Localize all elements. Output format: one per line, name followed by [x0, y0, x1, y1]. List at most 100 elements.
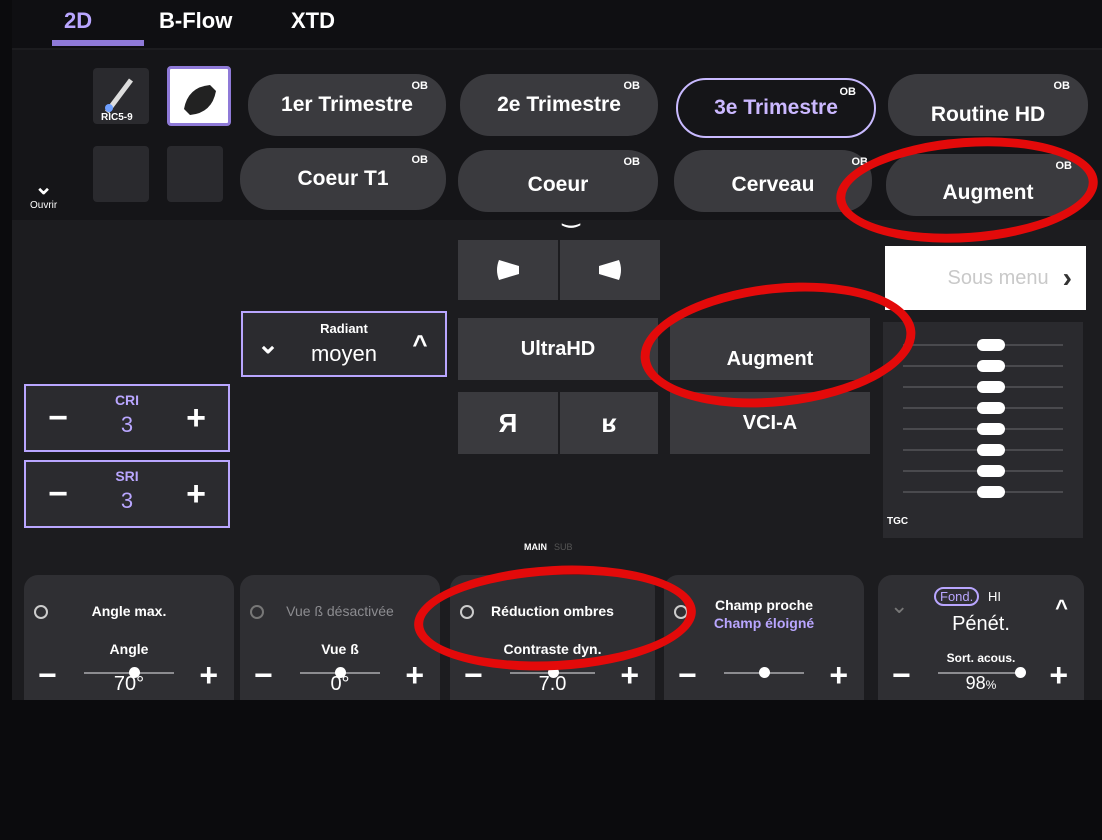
shadow-reduction-panel: Réduction ombres Contraste dyn. − + 7.0: [450, 575, 655, 700]
preset-label: Routine HD: [930, 103, 1046, 126]
angle-label: Angle: [109, 641, 149, 657]
ultrahd-button[interactable]: UltraHD: [458, 318, 658, 380]
orientation-left-button[interactable]: [458, 240, 558, 300]
probe-slot-4[interactable]: [167, 146, 223, 202]
preset-badge: OB: [411, 80, 429, 92]
field-slider-knob[interactable]: [759, 667, 770, 678]
tab-xtd[interactable]: XTD: [291, 8, 335, 34]
contrast-value: 7.0: [538, 673, 567, 695]
probe-ric5-9-button[interactable]: RIC5-9: [93, 68, 149, 124]
tab-2d[interactable]: 2D: [64, 8, 92, 34]
preset-2e-trimestre[interactable]: 2e Trimestre OB: [460, 74, 658, 136]
fond-mode-toggle[interactable]: Fond.: [934, 587, 980, 606]
penetration-label: Pénét.: [952, 613, 1010, 635]
open-probe-button[interactable]: ⌄ Ouvrir: [30, 174, 58, 212]
sri-value: 3: [120, 488, 134, 513]
hi-mode-toggle[interactable]: HI: [988, 589, 1001, 604]
tgc-slider-knob[interactable]: [977, 486, 1005, 498]
vue-beta-value: 0°: [330, 673, 350, 695]
radiant-decrease-chevron-icon[interactable]: ⌄: [243, 313, 293, 375]
sri-minus-button[interactable]: −: [26, 462, 90, 526]
preset-badge: OB: [623, 80, 641, 92]
convex-probe-icon: [184, 85, 216, 115]
penetration-panel: ⌄ Fond. HI ^ Pénét. Sort. acous. − + 98%: [878, 575, 1084, 700]
flip-right-button[interactable]: ʁ: [560, 392, 658, 454]
probe-slot-3[interactable]: [93, 146, 149, 202]
mode-tab-bar: 2D B-Flow XTD: [12, 0, 1102, 48]
preset-3e-trimestre[interactable]: 3e Trimestre OB: [676, 78, 876, 138]
radiant-control: ⌄ Radiant moyen ^: [241, 311, 447, 377]
far-field-label: Champ éloigné: [713, 615, 815, 631]
field-minus-button[interactable]: −: [678, 657, 697, 694]
submenu-button[interactable]: Sous menu ›: [885, 246, 1086, 310]
acoustic-value-number: 98: [965, 673, 986, 693]
acoustic-value: 98%: [878, 673, 1084, 694]
acoustic-value-unit: %: [985, 678, 997, 692]
preset-badge: OB: [411, 154, 429, 166]
main-page-indicator[interactable]: MAIN: [524, 542, 547, 552]
flip-right-icon: ʁ: [601, 407, 617, 438]
preset-badge: OB: [623, 156, 641, 168]
tgc-slider-knob[interactable]: [977, 360, 1005, 372]
preset-badge: OB: [839, 86, 857, 98]
preset-label: 2e Trimestre: [497, 93, 621, 116]
beam-right-icon: [599, 260, 621, 280]
radiant-increase-chevron-icon[interactable]: ^: [395, 313, 445, 375]
vci-a-button[interactable]: VCI-A: [670, 392, 870, 454]
preset-label: Cerveau: [731, 173, 815, 196]
preset-label: Augment: [942, 181, 1034, 204]
cri-value: 3: [120, 412, 134, 437]
preset-cerveau[interactable]: Cerveau OB: [674, 150, 872, 212]
cri-minus-button[interactable]: −: [26, 386, 90, 450]
preset-badge: OB: [1053, 80, 1071, 92]
flip-left-button[interactable]: Я: [458, 392, 558, 454]
radiant-label: Radiant: [320, 321, 368, 336]
chevron-right-icon: ›: [1062, 262, 1072, 293]
vue-beta-panel: Vue ß désactivée Vue ß − + 0°: [240, 575, 440, 700]
preset-label: 3e Trimestre: [714, 96, 838, 119]
field-panel: Champ proche Champ éloigné − +: [664, 575, 864, 700]
vue-beta-disabled-label: Vue ß désactivée: [286, 603, 394, 619]
tgc-slider-knob[interactable]: [977, 402, 1005, 414]
flip-left-icon: Я: [498, 407, 518, 438]
tgc-slider-knob[interactable]: [977, 423, 1005, 435]
orientation-right-button[interactable]: [560, 240, 660, 300]
augment-label: Augment: [726, 347, 814, 370]
beam-left-icon: [497, 260, 519, 280]
collapse-handle-icon[interactable]: ‿: [563, 204, 579, 229]
preset-label: 1er Trimestre: [281, 93, 413, 116]
tgc-slider-knob[interactable]: [977, 465, 1005, 477]
radiant-value: moyen: [310, 341, 378, 366]
cri-label: CRI: [114, 392, 140, 408]
preset-badge: OB: [851, 156, 869, 168]
shadow-reduction-label: Réduction ombres: [491, 603, 614, 619]
preset-1er-trimestre[interactable]: 1er Trimestre OB: [248, 74, 446, 136]
probe-convex-button[interactable]: [167, 66, 231, 126]
tgc-panel: TGC: [883, 322, 1083, 538]
cri-control: − CRI 3 +: [24, 384, 230, 452]
near-field-label: Champ proche: [714, 597, 813, 613]
chevron-down-icon: ⌄: [34, 174, 53, 199]
augment-button[interactable]: Augment: [670, 318, 870, 380]
preset-label: Coeur: [527, 173, 589, 196]
angle-panel: Angle max. Angle − + 70°: [24, 575, 234, 700]
preset-routine-hd[interactable]: Routine HD OB: [888, 74, 1088, 136]
tgc-slider-knob[interactable]: [977, 444, 1005, 456]
preset-badge: OB: [1055, 160, 1073, 172]
preset-coeur-t1[interactable]: Coeur T1 OB: [240, 148, 446, 210]
sub-page-indicator[interactable]: SUB: [554, 542, 573, 552]
sri-label: SRI: [115, 468, 139, 484]
tab-b-flow[interactable]: B-Flow: [159, 8, 232, 34]
cri-plus-button[interactable]: +: [164, 386, 228, 450]
tgc-slider-knob[interactable]: [977, 339, 1005, 351]
open-label: Ouvrir: [30, 200, 58, 211]
submenu-label: Sous menu: [947, 266, 1049, 289]
sri-plus-button[interactable]: +: [164, 462, 228, 526]
probe-label: RIC5-9: [101, 112, 133, 123]
angle-max-label: Angle max.: [91, 603, 167, 619]
dynamic-contrast-label: Contraste dyn.: [503, 641, 602, 657]
field-plus-button[interactable]: +: [829, 657, 848, 694]
preset-coeur[interactable]: Coeur OB: [458, 150, 658, 212]
tgc-slider-knob[interactable]: [977, 381, 1005, 393]
preset-augment[interactable]: Augment OB: [886, 154, 1090, 216]
